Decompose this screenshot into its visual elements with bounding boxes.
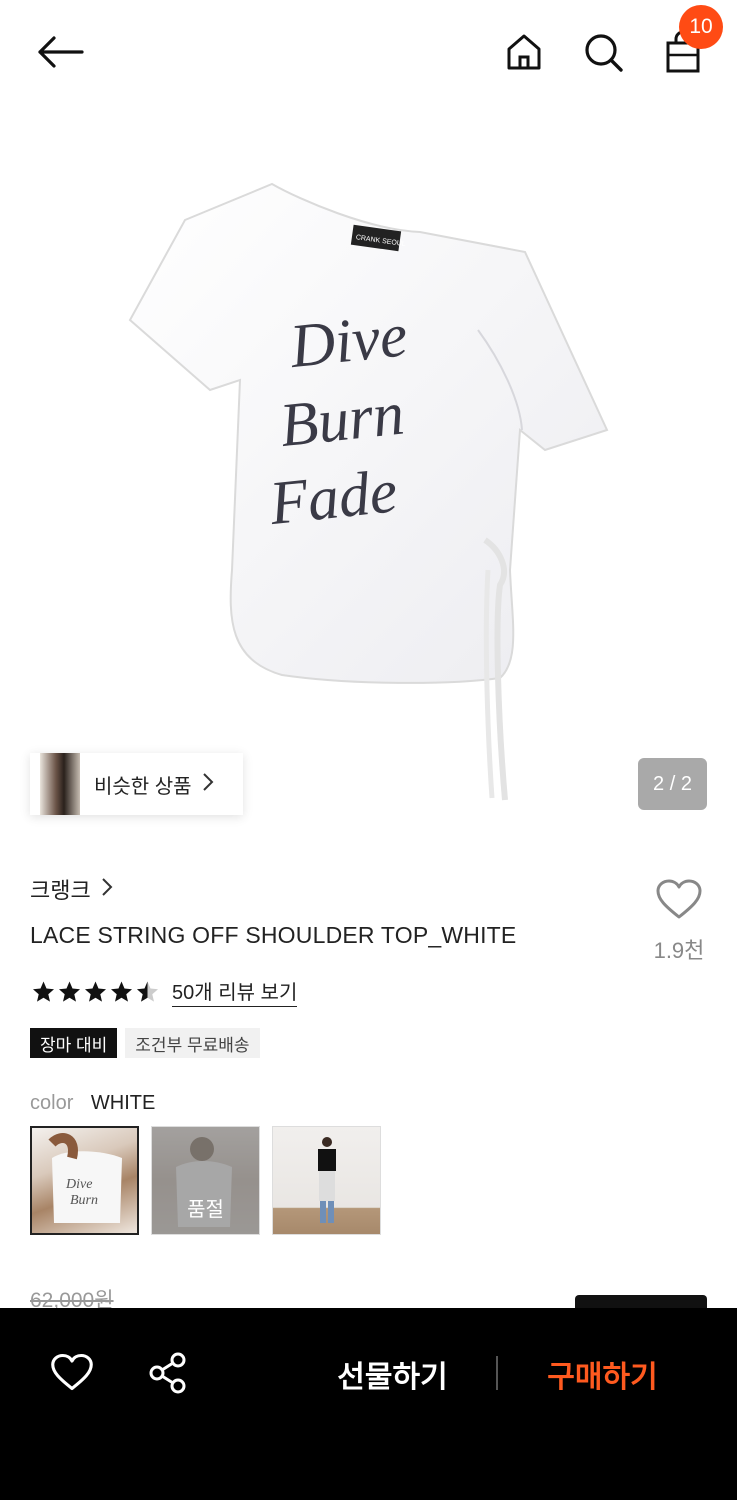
color-key: color bbox=[30, 1092, 74, 1114]
bottom-action-bar bbox=[0, 1308, 737, 1500]
shirt-print-line-3: Fade bbox=[266, 457, 401, 538]
tag-rainy-season: 장마 대비 bbox=[30, 1028, 118, 1058]
shirt-print-line-1: Dive bbox=[286, 301, 411, 381]
search-icon[interactable] bbox=[579, 28, 627, 76]
soldout-label: 품절 bbox=[187, 1199, 224, 1221]
home-icon[interactable] bbox=[500, 28, 548, 76]
brand-name: 크랭크 bbox=[30, 878, 91, 903]
review-link[interactable]: 50개 리뷰 보기 bbox=[172, 976, 298, 1007]
star-full-icon bbox=[111, 981, 132, 1002]
product-image[interactable]: CRANK SEOUL Dive Burn Fade bbox=[0, 100, 737, 835]
like-button[interactable]: 1.9천 bbox=[644, 878, 714, 965]
shirt-print-line-2: Burn bbox=[277, 379, 407, 460]
bottom-bar-divider bbox=[496, 1356, 498, 1390]
rating-row: 50개 리뷰 보기 bbox=[31, 976, 298, 1007]
star-full-icon bbox=[85, 981, 106, 1002]
chevron-right-icon bbox=[202, 772, 214, 797]
similar-products-label: 비슷한 상품 bbox=[94, 775, 192, 798]
share-icon[interactable] bbox=[148, 1352, 190, 1394]
star-rating bbox=[31, 980, 160, 1004]
heart-outline-icon bbox=[656, 879, 702, 919]
like-count: 1.9천 bbox=[653, 938, 705, 963]
product-title: LACE STRING OFF SHOULDER TOP_WHITE bbox=[30, 922, 517, 948]
top-bar: 10 bbox=[0, 0, 737, 100]
cart-count-badge: 10 bbox=[679, 5, 723, 49]
buy-button[interactable]: 구매하기 bbox=[530, 1352, 675, 1396]
tag-free-shipping: 조건부 무료배송 bbox=[125, 1028, 260, 1058]
color-swatches: Dive Burn 품절 bbox=[30, 1126, 381, 1235]
star-full-icon bbox=[33, 981, 54, 1002]
color-value: WHITE bbox=[90, 1092, 156, 1114]
star-full-icon bbox=[59, 981, 80, 1002]
product-tags: 장마 대비 조건부 무료배송 bbox=[30, 1028, 260, 1058]
star-half-icon bbox=[137, 981, 158, 1002]
color-swatch-black[interactable] bbox=[272, 1126, 381, 1235]
brand-link[interactable]: 크랭크 bbox=[30, 873, 113, 905]
gift-button[interactable]: 선물하기 bbox=[320, 1352, 465, 1396]
color-swatch-white[interactable]: Dive Burn bbox=[30, 1126, 139, 1235]
svg-text:Dive: Dive bbox=[65, 1177, 92, 1192]
svg-text:Burn: Burn bbox=[70, 1193, 98, 1208]
similar-products-button[interactable]: 비슷한 상품 bbox=[30, 753, 243, 815]
chevron-right-icon bbox=[101, 877, 113, 902]
heart-icon[interactable] bbox=[50, 1352, 94, 1392]
similar-product-thumbnail bbox=[40, 753, 80, 815]
color-swatch-soldout[interactable]: 품절 bbox=[151, 1126, 260, 1235]
back-arrow-icon[interactable] bbox=[34, 30, 86, 74]
image-pager: 2 / 2 bbox=[638, 758, 707, 810]
color-selection-label: color WHITE bbox=[30, 1092, 155, 1115]
